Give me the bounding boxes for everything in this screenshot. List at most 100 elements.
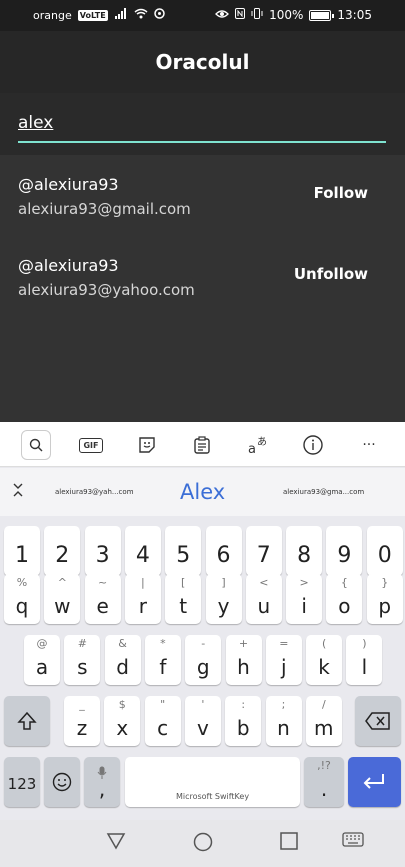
- key-secondary-label: >: [299, 576, 309, 589]
- emoji-icon: [52, 772, 72, 792]
- key-s[interactable]: # s: [64, 635, 101, 685]
- key-label: k: [318, 655, 330, 679]
- key-0[interactable]: 0: [366, 526, 403, 576]
- key-label: o: [338, 594, 351, 618]
- key-q[interactable]: % q: [4, 574, 40, 624]
- enter-key[interactable]: [348, 757, 401, 807]
- space-bar[interactable]: Microsoft SwiftKey: [125, 757, 300, 807]
- period-key[interactable]: ,!?.: [304, 757, 344, 807]
- key-l[interactable]: ) l: [346, 635, 383, 685]
- key-7[interactable]: 7: [245, 526, 282, 576]
- key-label: y: [217, 594, 230, 618]
- key-label: i: [301, 594, 307, 618]
- key-label: 4: [135, 543, 150, 568]
- browser-icon: [153, 8, 165, 22]
- shift-key[interactable]: [4, 696, 50, 746]
- key-label: 2: [55, 543, 70, 568]
- nfc-icon: [235, 8, 246, 22]
- key-c[interactable]: " c: [144, 696, 181, 746]
- shift-icon: [17, 711, 37, 730]
- key-3[interactable]: 3: [84, 526, 121, 576]
- info-icon[interactable]: [298, 430, 328, 460]
- suggestion-left[interactable]: alexiura93@yah...com: [55, 468, 134, 516]
- key-secondary-label: ': [201, 698, 205, 711]
- key-label: 7: [256, 543, 271, 568]
- collapse-icon[interactable]: [12, 482, 24, 499]
- key-o[interactable]: {o: [326, 574, 363, 624]
- key-label: 0: [377, 543, 392, 568]
- search-icon[interactable]: [21, 430, 51, 460]
- signal-icon: [114, 8, 128, 22]
- key-label: v: [196, 716, 209, 740]
- more-icon[interactable]: ···: [354, 430, 384, 460]
- key-secondary-label: [: [181, 576, 186, 589]
- key-secondary-label: /: [321, 698, 326, 711]
- key-label: b: [236, 716, 250, 740]
- key-123[interactable]: 123: [4, 757, 40, 807]
- key-8[interactable]: 8: [286, 526, 323, 576]
- recents-icon[interactable]: [280, 832, 298, 855]
- keyboard: GIF aあ ··· alexiura93@yah...com Alex ale…: [0, 422, 405, 820]
- key-secondary-label: $: [118, 698, 126, 711]
- key-m[interactable]: / m: [305, 696, 342, 746]
- key-f[interactable]: * f: [144, 635, 181, 685]
- comma-key[interactable]: ,: [84, 757, 120, 807]
- key-2[interactable]: 2: [44, 526, 81, 576]
- key-secondary-label: ~: [97, 576, 108, 589]
- key-label: p: [378, 594, 392, 618]
- key-b[interactable]: :b: [225, 696, 262, 746]
- key-6[interactable]: 6: [205, 526, 242, 576]
- svg-text:a: a: [248, 442, 256, 455]
- translate-icon[interactable]: aあ: [243, 430, 273, 460]
- key-v[interactable]: ' v: [184, 696, 221, 746]
- back-icon[interactable]: [106, 832, 126, 855]
- gif-icon[interactable]: GIF: [76, 430, 106, 460]
- key-g[interactable]: -g: [185, 635, 222, 685]
- key-y[interactable]: ] y: [205, 574, 242, 624]
- key-secondary-label: =: [279, 637, 289, 650]
- enter-icon: [363, 774, 384, 789]
- unfollow-button[interactable]: Unfollow: [294, 265, 368, 283]
- wifi-icon: [134, 8, 148, 22]
- backspace-key[interactable]: [355, 696, 401, 746]
- key-e[interactable]: ~ e: [84, 574, 121, 624]
- battery-icon: [309, 9, 335, 21]
- key-5[interactable]: 5: [165, 526, 202, 576]
- keyboard-toggle-icon[interactable]: [342, 832, 364, 853]
- key-4[interactable]: 4: [124, 526, 161, 576]
- emoji-key[interactable]: [44, 757, 80, 807]
- key-9[interactable]: 9: [326, 526, 363, 576]
- list-item: @alexiura93 alexiura93@yahoo.com Unfollo…: [0, 236, 405, 316]
- key-label: l: [361, 655, 368, 679]
- key-j[interactable]: = j: [265, 635, 302, 685]
- key-x[interactable]: $ x: [104, 696, 141, 746]
- key-d[interactable]: & d: [104, 635, 141, 685]
- mic-icon: [97, 761, 107, 785]
- key-n[interactable]: ; n: [265, 696, 302, 746]
- suggestion-center[interactable]: Alex: [180, 468, 225, 516]
- key-i[interactable]: > i: [286, 574, 323, 624]
- key-label: 8: [297, 543, 312, 568]
- key-1[interactable]: 1: [4, 526, 40, 576]
- follow-button[interactable]: Follow: [314, 184, 368, 202]
- key-a[interactable]: @ a: [24, 635, 60, 685]
- key-h[interactable]: + h: [225, 635, 262, 685]
- key-k[interactable]: (k: [306, 635, 343, 685]
- suggestion-right[interactable]: alexiura93@gma...com: [283, 468, 364, 516]
- key-p[interactable]: } p: [366, 574, 403, 624]
- key-label: u: [257, 594, 271, 618]
- clock: 13:05: [337, 8, 372, 22]
- key-u[interactable]: < u: [245, 574, 282, 624]
- key-label: s: [77, 655, 88, 679]
- key-t[interactable]: [t: [165, 574, 202, 624]
- key-w[interactable]: ^ w: [44, 574, 81, 624]
- clipboard-icon[interactable]: [187, 430, 217, 460]
- key-label: g: [196, 655, 210, 679]
- home-icon[interactable]: [193, 832, 213, 857]
- sticker-icon[interactable]: [132, 430, 162, 460]
- status-bar: orange VoLTE 100% 13:05: [0, 0, 405, 31]
- key-r[interactable]: | r: [124, 574, 161, 624]
- key-label: 3: [95, 543, 110, 568]
- search-input[interactable]: [18, 109, 386, 143]
- key-z[interactable]: _ z: [64, 696, 100, 746]
